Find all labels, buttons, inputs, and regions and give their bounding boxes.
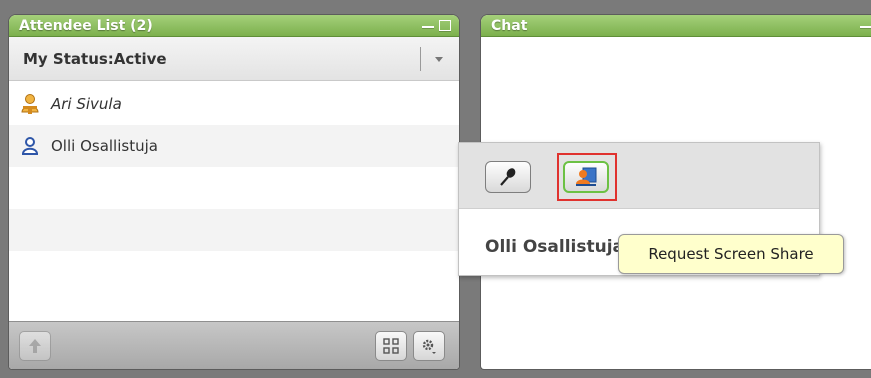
empty-row bbox=[9, 167, 459, 209]
attendee-list-titlebar[interactable]: Attendee List (2) bbox=[9, 15, 459, 37]
window-controls bbox=[422, 20, 451, 31]
tooltip: Request Screen Share bbox=[618, 234, 844, 274]
minimize-icon[interactable] bbox=[422, 25, 434, 28]
microphone-icon bbox=[500, 168, 516, 186]
empty-row bbox=[9, 209, 459, 251]
raise-hand-icon bbox=[29, 339, 41, 353]
raise-hand-button[interactable] bbox=[19, 331, 51, 361]
popup-attendee-name: Olli Osallistuja bbox=[485, 237, 625, 257]
my-status-dropdown[interactable]: My Status:Active bbox=[9, 37, 459, 81]
empty-row bbox=[9, 251, 459, 293]
attendee-row[interactable]: Ari Sivula bbox=[9, 83, 459, 125]
chevron-down-icon[interactable] bbox=[435, 57, 443, 62]
attendee-name: Ari Sivula bbox=[51, 95, 122, 113]
maximize-icon[interactable] bbox=[439, 20, 451, 31]
attendee-list-title: Attendee List (2) bbox=[19, 17, 153, 34]
attendee-name: Olli Osallistuja bbox=[51, 137, 158, 155]
attendee-row[interactable]: Olli Osallistuja bbox=[9, 125, 459, 167]
presenter-icon bbox=[19, 93, 41, 115]
attendee-toolbar bbox=[9, 321, 459, 369]
chat-titlebar[interactable]: Chat bbox=[481, 15, 871, 37]
participant-icon bbox=[19, 135, 41, 157]
gear-icon bbox=[422, 339, 436, 354]
minimize-icon[interactable] bbox=[860, 25, 871, 28]
microphone-button[interactable] bbox=[485, 161, 531, 193]
settings-button[interactable] bbox=[413, 331, 445, 361]
highlight-box bbox=[557, 153, 617, 201]
grid-view-button[interactable] bbox=[375, 331, 407, 361]
attendee-list-panel: Attendee List (2) My Status:Active Ari S… bbox=[8, 14, 460, 370]
chat-title: Chat bbox=[491, 17, 528, 34]
attendee-list: Ari Sivula Olli Osallistuja bbox=[9, 83, 459, 293]
my-status-label: My Status:Active bbox=[23, 49, 167, 68]
grid-icon bbox=[383, 338, 399, 354]
divider bbox=[420, 47, 421, 71]
popup-toolbar bbox=[459, 143, 819, 209]
window-controls bbox=[860, 24, 871, 28]
